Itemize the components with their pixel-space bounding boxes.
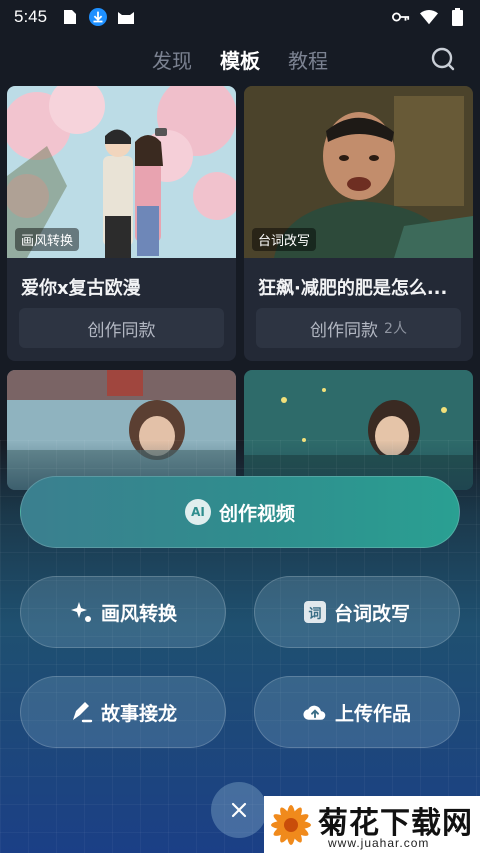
pen-icon <box>69 700 93 724</box>
create-video-label: 创作视频 <box>218 502 295 525</box>
battery-icon <box>448 8 466 26</box>
watermark-url: www.juahar.com <box>328 836 430 850</box>
story-chain-label: 故事接龙 <box>100 702 177 725</box>
site-watermark: 菊花下载网 www.juahar.com <box>264 796 480 853</box>
cat-icon <box>117 8 135 26</box>
upload-work-button[interactable]: 上传作品 <box>254 676 460 748</box>
word-icon: 词 <box>303 601 326 623</box>
style-convert-label: 画风转换 <box>100 602 177 625</box>
style-convert-button[interactable]: 画风转换 <box>20 576 226 648</box>
status-bar: 5:45 <box>0 0 480 34</box>
tab-templates[interactable]: 模板 <box>220 45 260 74</box>
create-same-label: 创作同款 <box>310 320 379 341</box>
cloud-upload-icon <box>303 700 327 724</box>
create-video-button[interactable]: AI 创作视频 <box>20 476 460 548</box>
upload-work-label: 上传作品 <box>334 702 411 725</box>
key-icon <box>392 8 410 26</box>
template-title: 爱你x复古欧漫 <box>21 278 141 299</box>
download-icon <box>89 8 108 26</box>
search-icon[interactable] <box>430 46 456 72</box>
create-same-button[interactable]: 创作同款 <box>19 308 224 348</box>
status-time: 5:45 <box>14 7 48 26</box>
flower-logo <box>271 805 311 845</box>
line-rewrite-label: 台词改写 <box>333 602 410 625</box>
usage-count: 2人 <box>384 321 407 337</box>
close-icon <box>231 802 247 818</box>
close-button[interactable] <box>211 782 267 838</box>
wifi-icon <box>420 8 438 26</box>
tab-discover[interactable]: 发现 <box>152 45 192 74</box>
template-card[interactable]: 台词改写 狂飙·减肥的肥是怎么... 创作同款 2人 <box>244 86 473 361</box>
story-chain-button[interactable]: 故事接龙 <box>20 676 226 748</box>
ai-icon: AI <box>184 499 211 525</box>
create-same-button[interactable]: 创作同款 2人 <box>256 308 461 348</box>
create-same-label: 创作同款 <box>87 320 156 341</box>
template-tag: 台词改写 <box>252 228 317 251</box>
template-title: 狂飙·减肥的肥是怎么... <box>258 278 448 299</box>
top-tabs: 发现 模板 教程 <box>0 42 480 76</box>
template-tag: 画风转换 <box>15 228 80 251</box>
template-card[interactable]: 画风转换 爱你x复古欧漫 创作同款 <box>7 86 236 361</box>
line-rewrite-button[interactable]: 词 台词改写 <box>254 576 460 648</box>
file-icon <box>61 8 79 26</box>
sparkle-icon <box>69 600 93 624</box>
tab-tutorials[interactable]: 教程 <box>288 45 328 74</box>
